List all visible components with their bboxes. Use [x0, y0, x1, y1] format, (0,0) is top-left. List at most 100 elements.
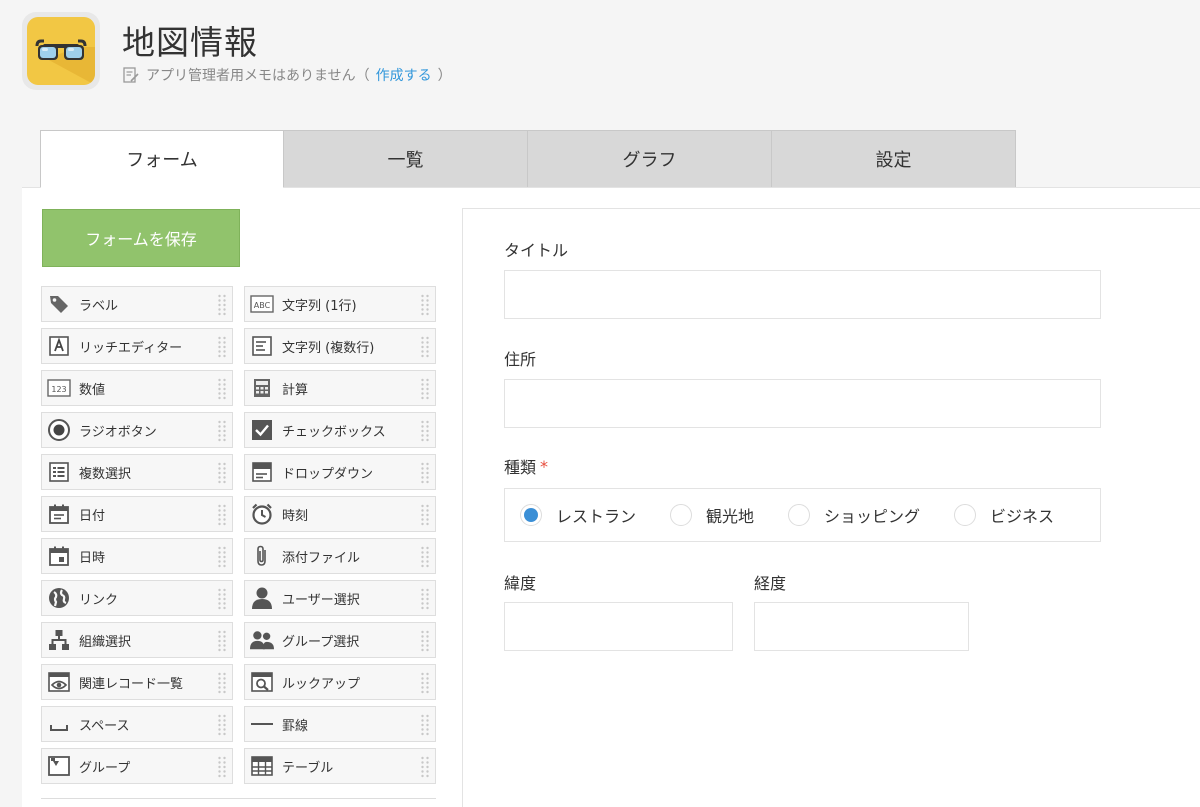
palette-item-label: 罫線	[282, 718, 309, 734]
palette-item-rich-editor[interactable]: リッチエディター	[41, 328, 233, 364]
type-radio-option[interactable]: 観光地	[670, 503, 754, 527]
radio-button[interactable]	[788, 504, 811, 526]
save-form-button[interactable]: フォームを保存	[42, 209, 240, 267]
drag-handle-icon[interactable]	[217, 420, 227, 442]
drag-handle-icon[interactable]	[420, 630, 430, 652]
palette-item-lookup[interactable]: ルックアップ	[244, 664, 436, 700]
palette-item-user[interactable]: ユーザー選択	[244, 580, 436, 616]
palette-item-label: ラジオボタン	[79, 424, 157, 440]
form-editor-panel: フォームを保存 ラベル ABC 文字列 (1行) リッチエディター 文字列 (複数行) 1…	[22, 187, 1200, 807]
palette-item-multi-select[interactable]: 複数選択	[41, 454, 233, 490]
palette-item-label: 計算	[282, 382, 309, 398]
create-memo-link[interactable]: 作成する	[376, 65, 432, 85]
address-input[interactable]	[504, 379, 1101, 428]
palette-item-calculator[interactable]: 計算	[244, 370, 436, 406]
longitude-input[interactable]	[754, 602, 969, 651]
radio-option-label: ショッピング	[824, 507, 921, 526]
longitude-label-text: 経度	[754, 574, 787, 593]
drag-handle-icon[interactable]	[217, 378, 227, 400]
drag-handle-icon[interactable]	[420, 756, 430, 778]
palette-item-line[interactable]: 罫線	[244, 706, 436, 742]
app-icon	[22, 12, 100, 90]
drag-handle-icon[interactable]	[420, 294, 430, 316]
drag-handle-icon[interactable]	[420, 546, 430, 568]
type-radio-option[interactable]: レストラン	[520, 503, 636, 527]
clock-icon	[250, 502, 274, 526]
svg-text:123: 123	[51, 385, 66, 394]
field-palette: ラベル ABC 文字列 (1行) リッチエディター 文字列 (複数行) 123 数値 計算ラジ…	[41, 286, 436, 784]
palette-item-related-records[interactable]: 関連レコード一覧	[41, 664, 233, 700]
palette-item-org-chart[interactable]: 組織選択	[41, 622, 233, 658]
palette-item-number[interactable]: 123 数値	[41, 370, 233, 406]
palette-item-dropdown[interactable]: ドロップダウン	[244, 454, 436, 490]
radio-button[interactable]	[670, 504, 693, 526]
drag-handle-icon[interactable]	[420, 672, 430, 694]
palette-item-table[interactable]: テーブル	[244, 748, 436, 784]
palette-item-label: グループ選択	[282, 634, 360, 650]
drag-handle-icon[interactable]	[217, 672, 227, 694]
drag-handle-icon[interactable]	[217, 294, 227, 316]
palette-item-paperclip[interactable]: 添付ファイル	[244, 538, 436, 574]
title-field-label: タイトル	[504, 237, 568, 261]
type-radio-option[interactable]: ビジネス	[954, 503, 1054, 527]
drag-handle-icon[interactable]	[420, 588, 430, 610]
palette-item-checkbox[interactable]: チェックボックス	[244, 412, 436, 448]
palette-item-multiline-text[interactable]: 文字列 (複数行)	[244, 328, 436, 364]
drag-handle-icon[interactable]	[217, 588, 227, 610]
palette-item-label: 日時	[79, 550, 106, 566]
palette-item-group[interactable]: グループ選択	[244, 622, 436, 658]
drag-handle-icon[interactable]	[420, 462, 430, 484]
datetime-icon	[47, 544, 71, 568]
palette-item-abc[interactable]: ABC 文字列 (1行)	[244, 286, 436, 322]
drag-handle-icon[interactable]	[217, 546, 227, 568]
drag-handle-icon[interactable]	[217, 462, 227, 484]
palette-item-label: ドロップダウン	[282, 466, 374, 482]
type-radio-option[interactable]: ショッピング	[788, 503, 920, 527]
palette-item-datetime[interactable]: 日時	[41, 538, 233, 574]
palette-item-label: 文字列 (複数行)	[282, 340, 375, 356]
memo-edit-icon	[122, 66, 140, 84]
tab-graph[interactable]: グラフ	[528, 130, 772, 188]
multiline-text-icon	[250, 334, 274, 358]
palette-divider	[41, 798, 436, 799]
tab-form[interactable]: フォーム	[40, 130, 284, 188]
palette-item-clock[interactable]: 時刻	[244, 496, 436, 532]
drag-handle-icon[interactable]	[420, 420, 430, 442]
palette-item-label: 文字列 (1行)	[282, 298, 357, 314]
lookup-icon	[250, 670, 274, 694]
palette-item-tag[interactable]: ラベル	[41, 286, 233, 322]
drag-handle-icon[interactable]	[217, 630, 227, 652]
palette-item-space[interactable]: スペース	[41, 706, 233, 742]
drag-handle-icon[interactable]	[217, 336, 227, 358]
radio-option-label: ビジネス	[990, 507, 1055, 526]
tab-list[interactable]: 一覧	[284, 130, 528, 188]
palette-item-calendar[interactable]: 日付	[41, 496, 233, 532]
drag-handle-icon[interactable]	[217, 714, 227, 736]
tab-settings[interactable]: 設定	[772, 130, 1016, 188]
palette-item-radio[interactable]: ラジオボタン	[41, 412, 233, 448]
palette-item-globe[interactable]: リンク	[41, 580, 233, 616]
checkbox-icon	[250, 418, 274, 442]
palette-item-group-field[interactable]: グループ	[41, 748, 233, 784]
number-icon: 123	[47, 376, 71, 400]
radio-button[interactable]	[954, 504, 977, 526]
type-field-label: 種類 *	[504, 454, 548, 478]
drag-handle-icon[interactable]	[420, 378, 430, 400]
palette-item-label: ラベル	[79, 298, 119, 314]
memo-text-close: ）	[437, 68, 452, 84]
rich-editor-icon	[47, 334, 71, 358]
longitude-field-label: 経度	[754, 570, 786, 594]
memo-text: アプリ管理者用メモはありません（	[146, 68, 370, 84]
drag-handle-icon[interactable]	[420, 336, 430, 358]
drag-handle-icon[interactable]	[217, 756, 227, 778]
radio-button[interactable]	[520, 504, 542, 526]
drag-handle-icon[interactable]	[420, 714, 430, 736]
palette-item-label: ルックアップ	[282, 676, 361, 692]
palette-item-label: 添付ファイル	[282, 550, 361, 566]
palette-item-label: ユーザー選択	[282, 592, 360, 608]
drag-handle-icon[interactable]	[217, 504, 227, 526]
drag-handle-icon[interactable]	[420, 504, 430, 526]
latitude-input[interactable]	[504, 602, 733, 651]
radio-icon	[47, 418, 71, 442]
title-input[interactable]	[504, 270, 1101, 319]
